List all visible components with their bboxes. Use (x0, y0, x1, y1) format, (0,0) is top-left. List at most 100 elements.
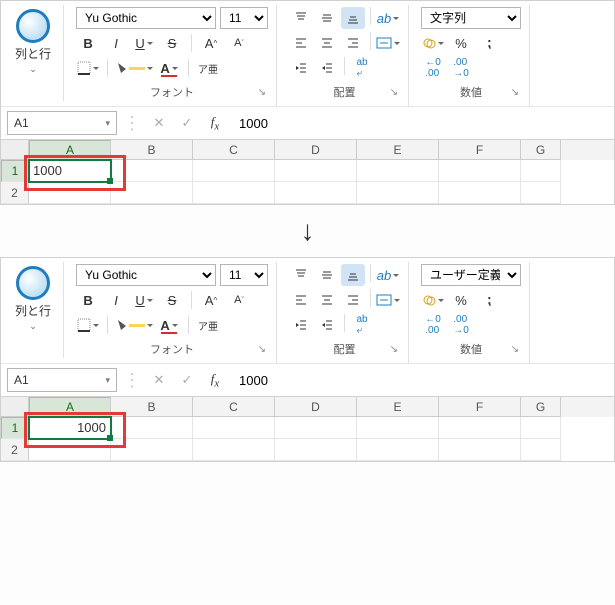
dec-decimal-button[interactable]: .00→0 (449, 314, 473, 336)
inc-decimal-button[interactable]: ←0.00 (421, 314, 445, 336)
cell[interactable] (521, 439, 561, 461)
ruby-button[interactable]: ア亜 (196, 314, 220, 336)
col-header[interactable]: D (275, 397, 357, 417)
cell[interactable] (521, 160, 561, 182)
number-dialog-launcher[interactable]: ↘ (511, 344, 519, 355)
cancel-icon[interactable]: ✕ (147, 112, 171, 134)
fill-color-button[interactable] (115, 314, 153, 336)
align-center-button[interactable] (315, 32, 339, 54)
col-header[interactable]: E (357, 140, 439, 160)
col-header[interactable]: F (439, 397, 521, 417)
font-name-select[interactable]: Yu Gothic (76, 264, 216, 286)
cell[interactable] (439, 160, 521, 182)
ruby-button[interactable]: ア亜 (196, 57, 220, 79)
select-all-corner[interactable] (1, 397, 29, 417)
col-header[interactable]: B (111, 397, 193, 417)
underline-button[interactable]: U (132, 289, 156, 311)
cell[interactable] (439, 417, 521, 439)
valign-mid-button[interactable] (315, 7, 339, 29)
col-header[interactable]: G (521, 397, 561, 417)
cell[interactable] (357, 417, 439, 439)
cell[interactable] (521, 417, 561, 439)
borders-button[interactable] (76, 57, 100, 79)
cell-a1[interactable]: 1000 (29, 160, 111, 182)
cell[interactable] (29, 182, 111, 204)
fx-icon[interactable]: fx (203, 112, 227, 134)
select-all-corner[interactable] (1, 140, 29, 160)
cell[interactable] (111, 439, 193, 461)
inc-decimal-button[interactable]: ←0.00 (421, 57, 445, 79)
underline-button[interactable]: U (132, 32, 156, 54)
align-dialog-launcher[interactable]: ↘ (390, 344, 398, 355)
wrap-button[interactable]: ab⤶ (350, 314, 374, 336)
percent-button[interactable]: % (449, 289, 473, 311)
fill-color-button[interactable] (115, 57, 153, 79)
valign-mid-button[interactable] (315, 264, 339, 286)
orientation-button[interactable]: ab (376, 264, 400, 286)
strike-button[interactable]: S (160, 289, 184, 311)
cell[interactable] (193, 182, 275, 204)
borders-button[interactable] (76, 314, 100, 336)
name-box[interactable]: A1▾ (7, 368, 117, 392)
name-box[interactable]: A1▾ (7, 111, 117, 135)
cell[interactable] (29, 439, 111, 461)
cell[interactable] (439, 439, 521, 461)
outdent-button[interactable] (289, 314, 313, 336)
cell[interactable] (357, 182, 439, 204)
col-header[interactable]: A (29, 140, 111, 160)
align-right-button[interactable] (341, 32, 365, 54)
row-header[interactable]: 2 (1, 182, 29, 204)
cell[interactable] (111, 160, 193, 182)
align-left-button[interactable] (289, 32, 313, 54)
col-header[interactable]: C (193, 140, 275, 160)
strike-button[interactable]: S (160, 32, 184, 54)
fx-icon[interactable]: fx (203, 369, 227, 391)
italic-button[interactable]: I (104, 289, 128, 311)
col-header[interactable]: A (29, 397, 111, 417)
grow-font-button[interactable]: A^ (199, 289, 223, 311)
font-color-button[interactable]: A (157, 314, 181, 336)
cell[interactable] (521, 182, 561, 204)
col-header[interactable]: B (111, 140, 193, 160)
percent-button[interactable]: % (449, 32, 473, 54)
align-left-button[interactable] (289, 289, 313, 311)
cell[interactable] (111, 182, 193, 204)
number-dialog-launcher[interactable]: ↘ (511, 87, 519, 98)
align-dialog-launcher[interactable]: ↘ (390, 87, 398, 98)
formula-input[interactable] (231, 111, 608, 135)
cancel-icon[interactable]: ✕ (147, 369, 171, 391)
font-color-button[interactable]: A (157, 57, 181, 79)
row-header[interactable]: 2 (1, 439, 29, 461)
valign-bot-button[interactable] (341, 264, 365, 286)
shrink-font-button[interactable]: Aˇ (227, 32, 251, 54)
currency-button[interactable] (421, 32, 445, 54)
valign-top-button[interactable] (289, 264, 313, 286)
rowcol-button[interactable]: 列と行 ⌄ (9, 7, 57, 77)
outdent-button[interactable] (289, 57, 313, 79)
cell[interactable] (275, 439, 357, 461)
col-header[interactable]: E (357, 397, 439, 417)
font-size-select[interactable]: 11 (220, 7, 268, 29)
cell[interactable] (193, 439, 275, 461)
cell-a1[interactable]: 1000 (29, 417, 111, 439)
number-format-select[interactable]: ユーザー定義 (421, 264, 521, 286)
valign-top-button[interactable] (289, 7, 313, 29)
cell[interactable] (275, 417, 357, 439)
cell[interactable] (193, 417, 275, 439)
dec-decimal-button[interactable]: .00→0 (449, 57, 473, 79)
bold-button[interactable]: B (76, 289, 100, 311)
number-format-select[interactable]: 文字列 (421, 7, 521, 29)
merge-button[interactable] (376, 289, 400, 311)
formula-input[interactable] (231, 368, 608, 392)
confirm-icon[interactable]: ✓ (175, 112, 199, 134)
cell[interactable] (357, 439, 439, 461)
cell[interactable] (439, 182, 521, 204)
cell[interactable] (275, 160, 357, 182)
shrink-font-button[interactable]: Aˇ (227, 289, 251, 311)
font-name-select[interactable]: Yu Gothic (76, 7, 216, 29)
col-header[interactable]: F (439, 140, 521, 160)
cell[interactable] (357, 160, 439, 182)
comma-button[interactable]: ⁏ (477, 289, 501, 311)
col-header[interactable]: C (193, 397, 275, 417)
rowcol-button[interactable]: 列と行 ⌄ (9, 264, 57, 334)
